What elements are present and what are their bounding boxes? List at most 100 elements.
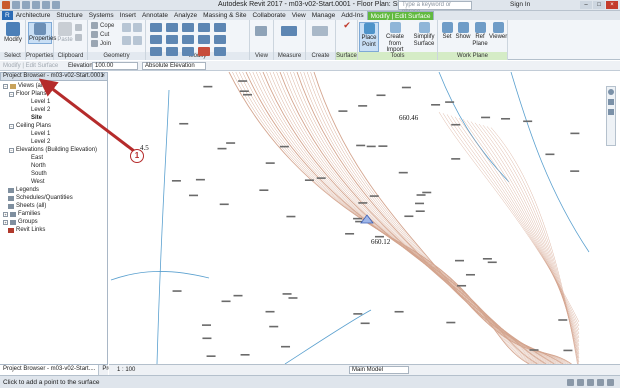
finish-surface-icon[interactable]: ✔ [339,21,355,29]
tree-item-west[interactable]: West [31,179,45,185]
undo-icon[interactable] [32,1,40,9]
expand-toggle-icon[interactable]: + [3,219,8,225]
tree-item-ceiling-level-2[interactable]: Level 2 [31,139,50,145]
elevation-mode-select[interactable]: Absolute Elevation [142,62,206,70]
tree-item-legends[interactable]: Legends [8,187,39,193]
simplify-surface-button[interactable]: Simplify Surface [411,22,437,47]
design-options-icon[interactable] [577,379,584,386]
tab-annotate[interactable]: Annotate [139,11,171,20]
zoom-icon[interactable] [608,99,614,105]
redo-icon[interactable] [42,1,50,9]
paint-tool-icon[interactable] [122,36,142,45]
delete-icon[interactable] [198,47,210,56]
minimize-button[interactable]: – [580,1,592,9]
drawing-canvas[interactable]: 660.46 660.12 4.5 [109,72,620,364]
trim-icon[interactable] [198,35,210,44]
cope-button[interactable]: Cope [91,22,114,29]
tree-item-groups[interactable]: + Groups [3,219,38,225]
collapse-toggle-icon[interactable]: − [9,147,14,153]
select-panel-label[interactable]: Select [0,52,25,60]
tree-item-floor-level-2[interactable]: Level 2 [31,107,50,113]
copy-clipboard-icon[interactable] [75,34,82,41]
maximize-button[interactable]: □ [593,1,605,9]
viewer-button[interactable]: Viewer [489,22,507,41]
create-from-import-button[interactable]: Create from Import [381,22,409,54]
tab-analyze[interactable]: Analyze [171,11,200,20]
tab-architecture[interactable]: Architecture [13,11,54,20]
navigation-bar[interactable] [606,86,616,146]
tab-systems[interactable]: Systems [86,11,117,20]
select-links-icon[interactable] [587,379,594,386]
save-icon[interactable] [22,1,30,9]
tree-item-views[interactable]: − Views (all) [3,83,46,89]
paste-button[interactable]: Paste [57,22,73,44]
ref-plane-button[interactable]: Ref Plane [472,22,488,47]
hide-view-icon[interactable] [255,26,267,36]
worksets-icon[interactable] [567,379,574,386]
split-gap-icon[interactable] [214,47,226,56]
unpin-icon[interactable] [182,47,194,56]
tab-massing-site[interactable]: Massing & Site [200,11,249,20]
tab-structure[interactable]: Structure [53,11,85,20]
split-icon[interactable] [214,23,226,32]
scale-icon[interactable] [150,47,162,56]
mirror-draw-icon[interactable] [198,23,210,32]
align-icon[interactable] [150,23,162,32]
tree-item-floor-plans[interactable]: − Floor Plans [9,91,46,97]
rotate-icon[interactable] [182,35,194,44]
elevation-input[interactable]: 100.00 [92,62,138,70]
tab-file[interactable]: R [2,11,13,20]
cut-button[interactable]: Cut [91,31,109,38]
place-point-button[interactable]: Place Point [359,22,379,52]
tab-collaborate[interactable]: Collaborate [249,11,288,20]
tree-item-east[interactable]: East [31,155,43,161]
show-button[interactable]: Show [455,22,471,41]
quick-access-toolbar[interactable] [2,1,60,9]
tree-item-sheets[interactable]: Sheets (all) [8,203,46,209]
tree-item-ceiling-level-1[interactable]: Level 1 [31,131,50,137]
create-group-icon[interactable] [312,26,328,36]
set-button[interactable]: Set [440,22,454,41]
tab-insert[interactable]: Insert [117,11,139,20]
mirror-axis-icon[interactable] [182,23,194,32]
properties-button[interactable]: Properties [28,22,56,44]
array-icon[interactable] [214,35,226,44]
pin-icon[interactable] [166,47,178,56]
move-icon[interactable] [150,35,162,44]
tree-item-site[interactable]: Site [31,115,42,121]
tree-item-families[interactable]: + Families [3,211,40,217]
expand-toggle-icon[interactable]: + [3,211,8,217]
tree-item-south[interactable]: South [31,171,47,177]
collapse-toggle-icon[interactable]: − [9,91,14,97]
tab-add-ins[interactable]: Add-Ins [338,11,366,20]
view-scale[interactable]: 1 : 100 [117,367,135,373]
select-underlay-icon[interactable] [597,379,604,386]
tree-item-revit-links[interactable]: Revit Links [8,227,45,233]
tab-view[interactable]: View [289,11,309,20]
tree-item-elevations[interactable]: − Elevations (Building Elevation) [9,147,97,153]
zoom-extents-icon[interactable] [608,109,614,115]
copy-icon[interactable] [166,35,178,44]
app-icon[interactable] [2,1,10,9]
filter-icon[interactable] [607,379,614,386]
steering-wheel-icon[interactable] [608,89,614,95]
open-icon[interactable] [12,1,20,9]
tree-item-north[interactable]: North [31,163,46,169]
print-icon[interactable] [52,1,60,9]
toposurface-contours[interactable] [109,72,620,364]
tree-item-ceiling-plans[interactable]: − Ceiling Plans [9,123,51,129]
modify-button[interactable]: Modify [2,22,24,44]
collapse-toggle-icon[interactable]: − [3,83,8,89]
cut-clipboard-icon[interactable] [75,24,82,31]
tree-item-floor-level-1[interactable]: Level 1 [31,99,50,105]
close-button[interactable]: × [606,1,618,9]
tree-item-schedules[interactable]: Schedules/Quantities [8,195,73,201]
join-button[interactable]: Join [91,40,111,47]
collapse-toggle-icon[interactable]: − [9,123,14,129]
geometry-tool-icon[interactable] [122,23,142,32]
project-browser-close-button[interactable]: × [101,73,105,80]
offset-icon[interactable] [166,23,178,32]
sign-in-link[interactable]: Sign In [510,1,530,8]
tab-project-browser[interactable]: Project Browser - m03-v02-Start.... [0,365,100,375]
active-model-select[interactable]: Main Model [349,366,409,374]
